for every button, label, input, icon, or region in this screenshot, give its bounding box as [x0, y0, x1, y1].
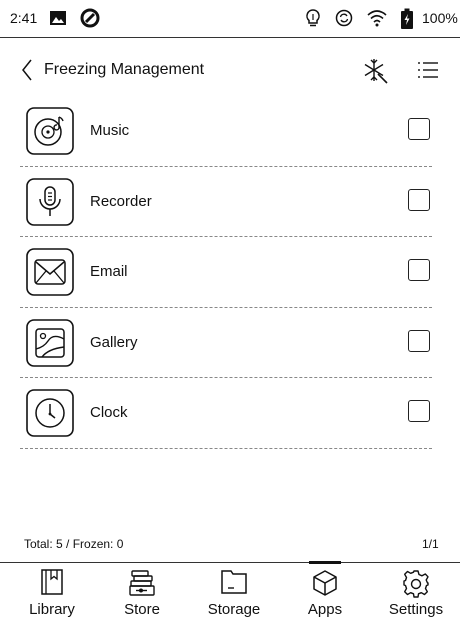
- freeze-checkbox-gallery[interactable]: [408, 329, 430, 352]
- back-icon[interactable]: [20, 58, 34, 87]
- store-icon: [129, 570, 155, 596]
- active-tab-indicator: [309, 561, 341, 564]
- folder-icon: [221, 570, 247, 594]
- list-item[interactable]: Email: [0, 237, 460, 308]
- row-divider: [20, 447, 432, 449]
- apps-cube-icon: [313, 570, 337, 596]
- app-label: Music: [90, 122, 130, 139]
- nav-store[interactable]: Store: [102, 563, 182, 621]
- nav-label: Store: [124, 601, 160, 618]
- page-title: Freezing Management: [44, 61, 205, 78]
- nav-label: Apps: [307, 601, 343, 618]
- bottom-nav: Library Store Storage Apps Settings: [0, 561, 460, 621]
- battery-percent: 100%: [422, 10, 458, 26]
- wifi-icon: [366, 8, 388, 33]
- freeze-summary: Total: 5 / Frozen: 0: [24, 537, 124, 551]
- nav-apps[interactable]: Apps: [285, 561, 365, 621]
- email-icon: [26, 248, 74, 296]
- music-icon: [26, 107, 74, 155]
- app-label: Clock: [90, 404, 128, 421]
- app-label: Email: [90, 263, 128, 280]
- freeze-checkbox-music[interactable]: [408, 118, 430, 140]
- app-list: Music Recorder Email Gallery Clock: [0, 96, 460, 449]
- list-item[interactable]: Clock: [0, 378, 460, 449]
- gallery-icon: [26, 318, 74, 367]
- recorder-icon: [26, 177, 74, 226]
- nav-label: Library: [29, 601, 75, 618]
- clock-icon: [26, 389, 74, 437]
- lightbulb-icon: [304, 8, 322, 33]
- status-bar: 2:41 100%: [0, 0, 460, 38]
- app-label: Recorder: [90, 192, 152, 210]
- page-indicator: 1/1: [422, 537, 439, 551]
- sync-icon: [334, 8, 354, 33]
- nav-storage[interactable]: Storage: [194, 563, 274, 621]
- nav-label: Storage: [207, 601, 261, 618]
- nav-label: Settings: [388, 601, 444, 618]
- header-bar: Freezing Management: [0, 52, 460, 88]
- nav-settings[interactable]: Settings: [376, 563, 456, 621]
- nav-library[interactable]: Library: [12, 563, 92, 621]
- freeze-checkbox-recorder[interactable]: [408, 188, 430, 211]
- battery-icon: [400, 8, 414, 35]
- list-item[interactable]: Gallery: [0, 308, 460, 378]
- freeze-checkbox-email[interactable]: [408, 259, 430, 281]
- list-item[interactable]: Music: [0, 96, 460, 167]
- status-time: 2:41: [10, 10, 38, 26]
- freeze-icon[interactable]: [362, 56, 388, 89]
- list-menu-icon[interactable]: [416, 56, 440, 89]
- gear-icon: [403, 570, 429, 598]
- freeze-checkbox-clock[interactable]: [408, 400, 430, 422]
- image-icon: [48, 8, 68, 33]
- app-label: Gallery: [90, 333, 138, 351]
- library-icon: [41, 569, 63, 595]
- list-item[interactable]: Recorder: [0, 167, 460, 237]
- app-status-icon: [80, 8, 100, 33]
